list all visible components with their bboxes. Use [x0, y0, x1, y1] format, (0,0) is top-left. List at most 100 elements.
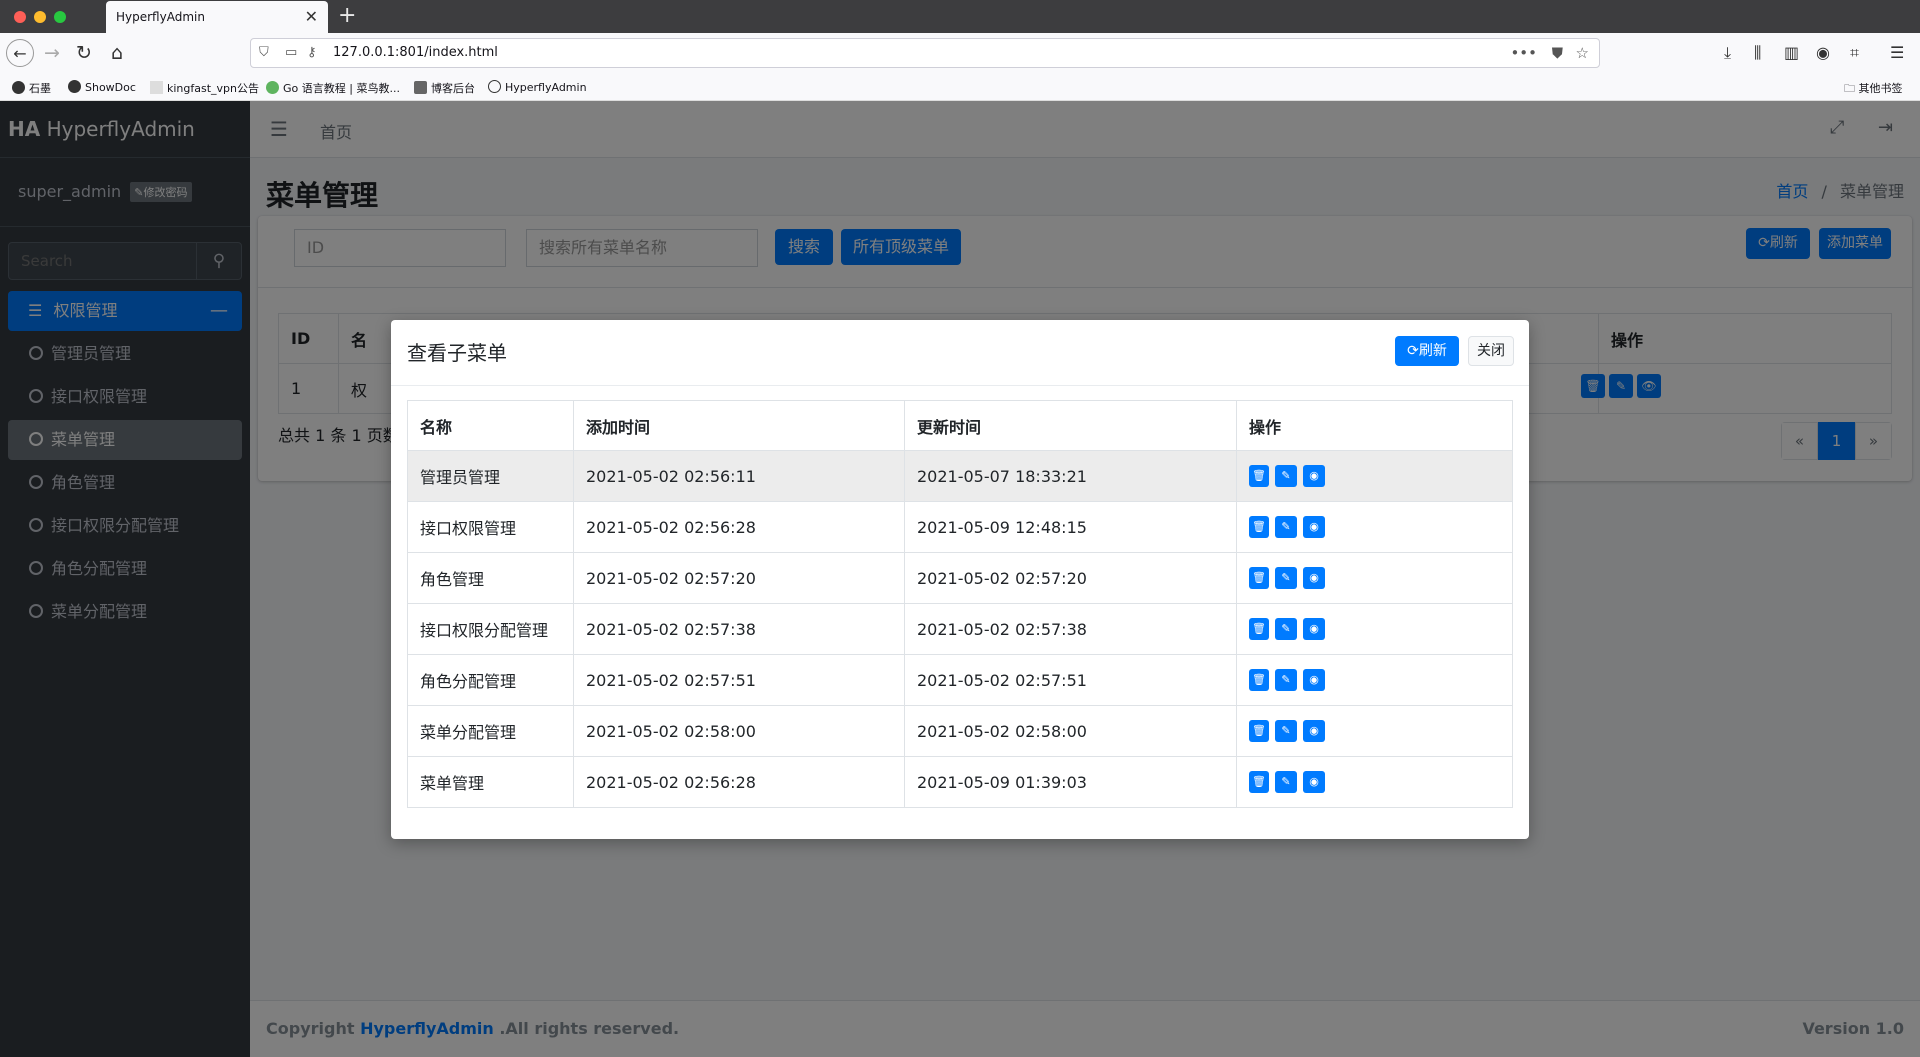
edit-icon[interactable]: ✎ [1275, 465, 1297, 487]
url-bar[interactable]: ⛉ ▭ ⚷ 127.0.0.1:801/index.html ••• ⛊ ☆ [250, 38, 1600, 68]
page-icon: ▭ [285, 45, 298, 60]
cell-ops: 🗑 ✎ ◉ [1236, 654, 1513, 706]
pocket-icon[interactable]: ⛊ [1552, 39, 1563, 67]
col-header-name: 名称 [407, 400, 574, 451]
edit-icon[interactable]: ✎ [1275, 771, 1297, 793]
table-row: 角色分配管理 2021-05-02 02:57:51 2021-05-02 02… [407, 654, 1513, 706]
cell-ops: 🗑 ✎ ◉ [1236, 603, 1513, 655]
modal-title: 查看子菜单 [407, 341, 507, 365]
tab-title: HyperflyAdmin [116, 10, 205, 24]
submenu-table: 名称 添加时间 更新时间 操作 管理员管理 2021-05-02 02:56:1… [407, 400, 1513, 808]
submenu-modal: 查看子菜单 ⟳刷新 关闭 名称 添加时间 更新时间 操作 管理员管理 2021-… [391, 320, 1529, 839]
cell-ops: 🗑 ✎ ◉ [1236, 501, 1513, 553]
url-text: 127.0.0.1:801/index.html [333, 45, 498, 60]
key-icon: ⚷ [307, 45, 317, 60]
trash-icon[interactable]: 🗑 [1249, 567, 1269, 589]
cell-created: 2021-05-02 02:57:38 [573, 603, 905, 655]
cell-created: 2021-05-02 02:56:28 [573, 501, 905, 553]
eye-icon[interactable]: ◉ [1303, 465, 1325, 487]
cell-created: 2021-05-02 02:56:11 [573, 450, 905, 502]
library-icon[interactable]: ⫼ [1754, 39, 1761, 67]
browser-titlebar: HyperflyAdmin ✕ + [0, 0, 1920, 33]
trash-icon[interactable]: 🗑 [1249, 720, 1269, 742]
bookmark-item[interactable]: Go 语言教程 | 菜鸟教... [266, 80, 400, 96]
account-icon[interactable]: ◉ [1816, 39, 1830, 67]
other-bookmarks[interactable]: 🗀 其他书签 [1844, 80, 1903, 99]
bookmark-item[interactable]: 博客后台 [414, 80, 475, 96]
more-icon[interactable]: ••• [1510, 39, 1537, 67]
cell-updated: 2021-05-09 12:48:15 [904, 501, 1237, 553]
cell-name: 角色分配管理 [407, 654, 574, 706]
cell-created: 2021-05-02 02:56:28 [573, 756, 905, 808]
cell-updated: 2021-05-02 02:57:20 [904, 552, 1237, 604]
col-header-created: 添加时间 [573, 400, 905, 451]
bookmark-icon [12, 81, 25, 94]
trash-icon[interactable]: 🗑 [1249, 516, 1269, 538]
edit-icon[interactable]: ✎ [1275, 669, 1297, 691]
edit-icon[interactable]: ✎ [1275, 567, 1297, 589]
cell-name: 接口权限分配管理 [407, 603, 574, 655]
trash-icon[interactable]: 🗑 [1249, 618, 1269, 640]
modal-refresh-button[interactable]: ⟳刷新 [1395, 336, 1459, 366]
globe-icon [488, 80, 501, 93]
window-minimize-control[interactable] [34, 11, 46, 23]
cell-name: 管理员管理 [407, 450, 574, 502]
bookmark-icon [266, 81, 279, 94]
bookmark-item[interactable]: HyperflyAdmin [488, 80, 587, 94]
cell-name: 菜单管理 [407, 756, 574, 808]
cell-name: 角色管理 [407, 552, 574, 604]
bookmark-item[interactable]: kingfast_vpn公告 [150, 80, 259, 96]
cell-ops: 🗑 ✎ ◉ [1236, 756, 1513, 808]
bookmarks-bar: 石墨 ShowDoc kingfast_vpn公告 Go 语言教程 | 菜鸟教.… [0, 73, 1920, 101]
cell-updated: 2021-05-09 01:39:03 [904, 756, 1237, 808]
eye-icon[interactable]: ◉ [1303, 516, 1325, 538]
trash-icon[interactable]: 🗑 [1249, 669, 1269, 691]
edit-icon[interactable]: ✎ [1275, 618, 1297, 640]
home-icon[interactable]: ⌂ [103, 39, 131, 67]
cell-updated: 2021-05-02 02:57:51 [904, 654, 1237, 706]
bookmark-item[interactable]: ShowDoc [68, 80, 136, 94]
bookmark-icon [414, 81, 427, 94]
table-row: 管理员管理 2021-05-02 02:56:11 2021-05-07 18:… [407, 450, 1513, 502]
menu-icon[interactable]: ☰ [1890, 39, 1904, 67]
forward-icon[interactable]: → [38, 39, 66, 67]
trash-icon[interactable]: 🗑 [1249, 771, 1269, 793]
cell-updated: 2021-05-02 02:58:00 [904, 705, 1237, 757]
table-row: 接口权限管理 2021-05-02 02:56:28 2021-05-09 12… [407, 501, 1513, 553]
bookmark-icon [68, 80, 81, 93]
table-row: 菜单分配管理 2021-05-02 02:58:00 2021-05-02 02… [407, 705, 1513, 757]
download-icon[interactable]: ⤓ [1724, 39, 1731, 67]
star-icon[interactable]: ☆ [1576, 39, 1589, 67]
back-icon[interactable]: ← [6, 39, 34, 67]
cell-created: 2021-05-02 02:57:51 [573, 654, 905, 706]
table-row: 菜单管理 2021-05-02 02:56:28 2021-05-09 01:3… [407, 756, 1513, 808]
eye-icon[interactable]: ◉ [1303, 618, 1325, 640]
bookmark-icon [150, 81, 163, 94]
window-zoom-control[interactable] [54, 11, 66, 23]
edit-icon[interactable]: ✎ [1275, 516, 1297, 538]
modal-close-button[interactable]: 关闭 [1468, 336, 1514, 366]
cell-ops: 🗑 ✎ ◉ [1236, 552, 1513, 604]
edit-icon[interactable]: ✎ [1275, 720, 1297, 742]
cell-created: 2021-05-02 02:57:20 [573, 552, 905, 604]
eye-icon[interactable]: ◉ [1303, 669, 1325, 691]
new-tab-icon[interactable]: + [338, 2, 356, 30]
eye-icon[interactable]: ◉ [1303, 720, 1325, 742]
browser-tab[interactable]: HyperflyAdmin ✕ [106, 1, 328, 33]
trash-icon[interactable]: 🗑 [1249, 465, 1269, 487]
cell-name: 菜单分配管理 [407, 705, 574, 757]
cell-ops: 🗑 ✎ ◉ [1236, 450, 1513, 502]
extension-icon[interactable]: ⌗ [1850, 39, 1859, 67]
sidebar-toggle-icon[interactable]: ▥ [1784, 39, 1799, 67]
window-close-control[interactable] [14, 11, 26, 23]
col-header-ops: 操作 [1236, 400, 1513, 451]
eye-icon[interactable]: ◉ [1303, 567, 1325, 589]
browser-navbar: ← → ↻ ⌂ ⛉ ▭ ⚷ 127.0.0.1:801/index.html •… [0, 33, 1920, 73]
table-row: 角色管理 2021-05-02 02:57:20 2021-05-02 02:5… [407, 552, 1513, 604]
bookmark-item[interactable]: 石墨 [12, 80, 51, 96]
tab-close-icon[interactable]: ✕ [305, 1, 318, 33]
cell-name: 接口权限管理 [407, 501, 574, 553]
reload-icon[interactable]: ↻ [70, 39, 98, 67]
eye-icon[interactable]: ◉ [1303, 771, 1325, 793]
shield-icon[interactable]: ⛉ [259, 39, 269, 67]
